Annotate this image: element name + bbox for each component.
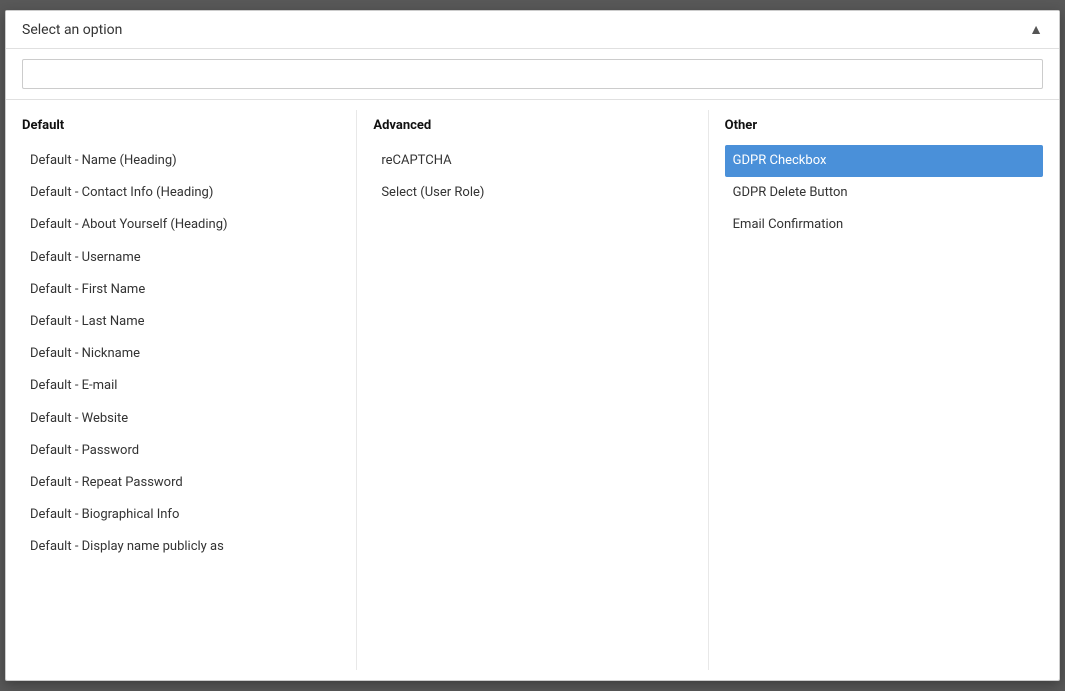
list-item[interactable]: Select (User Role) — [373, 177, 691, 209]
dropdown-header[interactable]: Select an option ▲ — [6, 11, 1059, 49]
chevron-up-icon[interactable]: ▲ — [1029, 21, 1043, 38]
dropdown-panel: Select an option ▲ Default Default - Nam… — [5, 10, 1060, 681]
list-item[interactable]: Default - Name (Heading) — [22, 145, 340, 177]
dropdown-title: Select an option — [22, 22, 122, 38]
list-item[interactable]: Default - Password — [22, 435, 340, 467]
list-item[interactable]: Default - E-mail — [22, 370, 340, 402]
list-item[interactable]: reCAPTCHA — [373, 145, 691, 177]
default-column-header: Default — [22, 110, 340, 145]
list-item[interactable]: Default - Nickname — [22, 338, 340, 370]
list-item-gdpr-delete[interactable]: GDPR Delete Button — [725, 177, 1043, 209]
list-item[interactable]: Default - Last Name — [22, 306, 340, 338]
list-item-gdpr-checkbox[interactable]: GDPR Checkbox — [725, 145, 1043, 177]
advanced-column: Advanced reCAPTCHA Select (User Role) — [357, 110, 708, 670]
list-item[interactable]: Default - Website — [22, 403, 340, 435]
list-item[interactable]: Default - Biographical Info — [22, 499, 340, 531]
list-item[interactable]: Default - Display name publicly as — [22, 531, 340, 563]
list-item-email-confirmation[interactable]: Email Confirmation — [725, 209, 1043, 241]
advanced-column-header: Advanced — [373, 110, 691, 145]
list-item[interactable]: Default - About Yourself (Heading) — [22, 209, 340, 241]
list-item[interactable]: Default - Username — [22, 242, 340, 274]
search-input[interactable] — [22, 59, 1043, 89]
columns-container: Default Default - Name (Heading) Default… — [6, 100, 1059, 680]
search-box-wrapper — [6, 49, 1059, 100]
default-column: Default Default - Name (Heading) Default… — [6, 110, 357, 670]
list-item[interactable]: Default - Repeat Password — [22, 467, 340, 499]
other-column: Other GDPR Checkbox GDPR Delete Button E… — [709, 110, 1059, 670]
overlay: Select an option ▲ Default Default - Nam… — [0, 0, 1065, 691]
other-column-header: Other — [725, 110, 1043, 145]
list-item[interactable]: Default - First Name — [22, 274, 340, 306]
list-item[interactable]: Default - Contact Info (Heading) — [22, 177, 340, 209]
